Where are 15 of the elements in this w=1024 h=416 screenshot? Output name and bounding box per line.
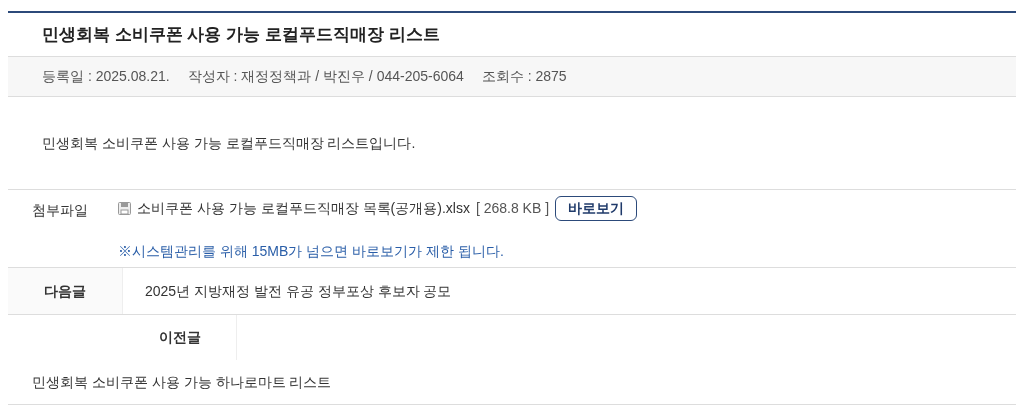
post-title: 민생회복 소비쿠폰 사용 가능 로컬푸드직매장 리스트 [42,23,440,46]
prev-label: 이전글 [158,328,201,347]
prev-post-link[interactable]: 민생회복 소비쿠폰 사용 가능 하나로마트 리스트 [32,371,332,393]
meta-text: 작성자 : 재정정책과 / 박진우 / 044-205-6064 [187,67,464,86]
file-link[interactable]: 소비쿠폰 사용 가능 로컬푸드직매장 목록(공개용).xlsx [137,198,470,219]
view-button[interactable]: 바로보기 [555,196,638,221]
meta-text: 조회수 : 2875 [481,67,567,86]
meta-text: 등록일 : 2025.08.21. [42,67,170,86]
file-size: [ 268.8 KB ] [475,199,550,218]
next-post-link[interactable]: 2025년 지방재정 발전 유공 정부포상 후보자 공모 [145,280,452,302]
attachment-label: 첨부파일 [32,202,88,218]
save-icon [118,202,131,215]
post-body: 민생회복 소비쿠폰 사용 가능 로컬푸드직매장 리스트입니다. [42,133,416,153]
next-label: 다음글 [44,281,86,301]
size-notice: ※시스템관리를 위해 15MB가 넘으면 바로보기가 제한 됩니다. [118,242,505,261]
